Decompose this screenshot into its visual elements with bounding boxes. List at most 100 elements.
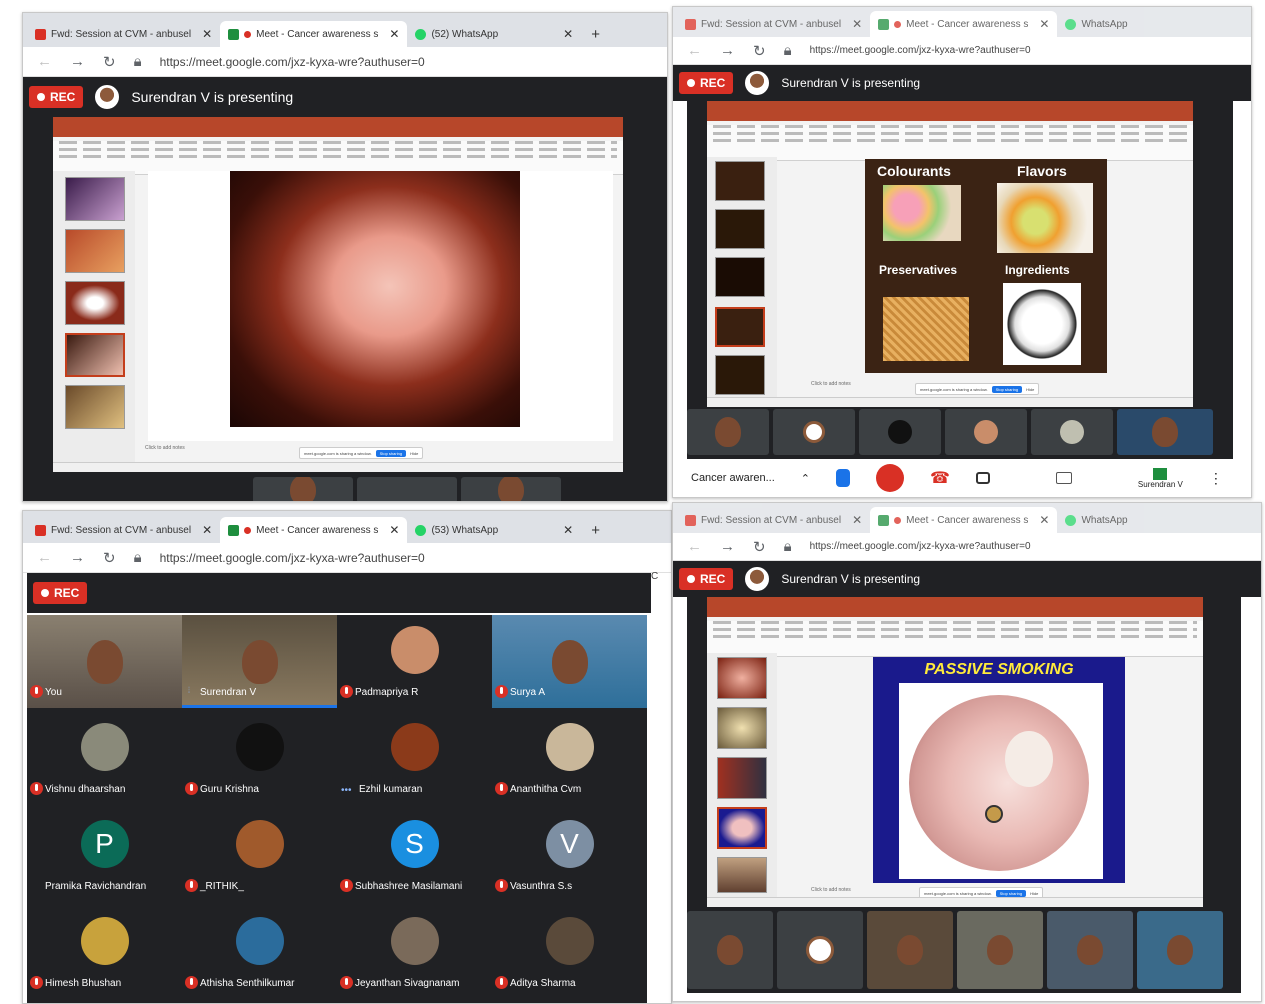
- participant-tile[interactable]: _RITHIK_: [182, 809, 337, 902]
- tab-gmail[interactable]: Fwd: Session at CVM - anbusel ✕: [27, 21, 220, 47]
- close-icon[interactable]: ✕: [852, 513, 862, 527]
- participant-tile[interactable]: P Pramika Ravichandran: [27, 809, 182, 902]
- close-icon[interactable]: ✕: [1039, 513, 1049, 527]
- forward-icon[interactable]: →: [70, 53, 85, 70]
- reload-icon[interactable]: ↻: [103, 53, 116, 71]
- end-call-button[interactable]: ☎: [930, 468, 950, 488]
- close-icon[interactable]: ✕: [852, 17, 862, 31]
- slide-thumb[interactable]: [715, 355, 765, 395]
- url-field[interactable]: https://meet.google.com/jxz-kyxa-wre?aut…: [160, 55, 425, 69]
- new-tab-button[interactable]: +: [581, 26, 610, 47]
- participant-tile[interactable]: Himesh Bhushan: [27, 906, 182, 999]
- more-options-icon[interactable]: ⋮: [1209, 470, 1223, 487]
- notes-placeholder[interactable]: Click to add notes: [811, 887, 851, 893]
- close-icon[interactable]: ✕: [389, 27, 399, 41]
- tab-gmail[interactable]: Fwd: Session at CVM - anbusel ✕: [677, 11, 870, 37]
- new-tab-button[interactable]: +: [581, 522, 610, 543]
- participant-tile[interactable]: Guru Krishna: [182, 712, 337, 805]
- participant-tile[interactable]: Ananthitha Cvm: [492, 712, 647, 805]
- hide-button[interactable]: Hide: [1026, 387, 1034, 392]
- tab-whatsapp[interactable]: (52) WhatsApp ✕: [407, 21, 581, 47]
- slide-thumb[interactable]: [65, 177, 125, 221]
- close-icon[interactable]: ✕: [563, 27, 573, 41]
- back-icon[interactable]: ←: [687, 42, 702, 59]
- hide-button[interactable]: Hide: [410, 451, 418, 456]
- forward-icon[interactable]: →: [70, 549, 85, 566]
- participant-tile[interactable]: Athisha Senthilkumar: [182, 906, 337, 999]
- back-icon[interactable]: ←: [37, 53, 52, 70]
- tab-meet[interactable]: Meet - Cancer awareness s ✕: [870, 507, 1058, 533]
- participant-tile[interactable]: Jeyanthan Sivagnanam: [337, 906, 492, 999]
- participant-tile[interactable]: S Subhashree Masilamani: [337, 809, 492, 902]
- tab-gmail[interactable]: Fwd: Session at CVM - anbusel ✕: [27, 517, 220, 543]
- participant-tile[interactable]: Padmapriya R: [337, 615, 492, 708]
- mic-off-button[interactable]: [875, 464, 904, 492]
- participant-tile[interactable]: ••• Ezhil kumaran: [337, 712, 492, 805]
- participant-tile[interactable]: Vishnu dhaarshan: [27, 712, 182, 805]
- slide-thumb[interactable]: [65, 281, 125, 325]
- back-icon[interactable]: ←: [37, 549, 52, 566]
- slide-thumb[interactable]: [717, 657, 767, 699]
- forward-icon[interactable]: →: [720, 42, 735, 59]
- forward-icon[interactable]: →: [720, 538, 735, 555]
- close-icon[interactable]: ✕: [563, 523, 573, 537]
- participant-tile[interactable]: Aditya Sharma: [492, 906, 647, 999]
- participant-tile[interactable]: [1137, 911, 1223, 989]
- participant-tile[interactable]: Surya A: [492, 615, 647, 708]
- participant-tile[interactable]: [945, 409, 1027, 455]
- participant-tile[interactable]: [957, 911, 1043, 989]
- close-icon[interactable]: ✕: [202, 523, 212, 537]
- tab-gmail[interactable]: Fwd: Session at CVM - anbusel ✕: [677, 507, 870, 533]
- tab-meet[interactable]: Meet - Cancer awareness s ✕: [220, 21, 408, 47]
- present-button[interactable]: Surendran V: [1138, 467, 1183, 489]
- reload-icon[interactable]: ↻: [103, 549, 116, 567]
- hide-button[interactable]: Hide: [1030, 891, 1038, 896]
- participant-tile[interactable]: [687, 911, 773, 989]
- participant-tile[interactable]: [859, 409, 941, 455]
- shield-icon[interactable]: [835, 469, 850, 487]
- slide-thumb[interactable]: [715, 209, 765, 249]
- participant-tile[interactable]: [773, 409, 855, 455]
- stop-sharing-button[interactable]: Stop sharing: [995, 889, 1027, 897]
- tab-meet[interactable]: Meet - Cancer awareness s ✕: [220, 517, 408, 543]
- chevron-up-icon[interactable]: ⌃: [801, 472, 810, 485]
- participant-tile[interactable]: [253, 477, 353, 501]
- participant-tile[interactable]: V Vasunthra S.s: [492, 809, 647, 902]
- slide-thumb[interactable]: [65, 385, 125, 429]
- captions-icon[interactable]: [1055, 472, 1072, 484]
- slide-thumb[interactable]: [717, 807, 767, 849]
- reload-icon[interactable]: ↻: [753, 42, 766, 60]
- slide-thumb[interactable]: [715, 307, 765, 347]
- back-icon[interactable]: ←: [687, 538, 702, 555]
- participant-tile[interactable]: [357, 477, 457, 501]
- participant-tile[interactable]: [1047, 911, 1133, 989]
- participant-tile[interactable]: [461, 477, 561, 501]
- meeting-details[interactable]: Cancer awaren...: [691, 472, 775, 484]
- slide-thumb[interactable]: [65, 333, 125, 377]
- url-field[interactable]: https://meet.google.com/jxz-kyxa-wre?aut…: [160, 551, 425, 565]
- tab-whatsapp[interactable]: WhatsApp: [1057, 11, 1135, 37]
- participant-tile[interactable]: ⦙ Surendran V: [182, 615, 337, 708]
- participant-tile[interactable]: [1031, 409, 1113, 455]
- stop-sharing-button[interactable]: Stop sharing: [991, 385, 1023, 393]
- tab-whatsapp[interactable]: WhatsApp: [1057, 507, 1135, 533]
- slide-thumb[interactable]: [717, 707, 767, 749]
- close-icon[interactable]: ✕: [1039, 17, 1049, 31]
- participant-tile[interactable]: You: [27, 615, 182, 708]
- tab-meet[interactable]: Meet - Cancer awareness s ✕: [870, 11, 1058, 37]
- url-field[interactable]: https://meet.google.com/jxz-kyxa-wre?aut…: [810, 541, 1031, 552]
- participant-tile[interactable]: [777, 911, 863, 989]
- slide-thumb[interactable]: [717, 757, 767, 799]
- stop-sharing-button[interactable]: Stop sharing: [375, 449, 407, 457]
- participant-tile[interactable]: [687, 409, 769, 455]
- close-icon[interactable]: ✕: [389, 523, 399, 537]
- reload-icon[interactable]: ↻: [753, 538, 766, 556]
- close-icon[interactable]: ✕: [202, 27, 212, 41]
- slide-thumb[interactable]: [65, 229, 125, 273]
- url-field[interactable]: https://meet.google.com/jxz-kyxa-wre?aut…: [810, 45, 1031, 56]
- notes-placeholder[interactable]: Click to add notes: [811, 381, 851, 387]
- slide-thumb[interactable]: [717, 857, 767, 893]
- notes-placeholder[interactable]: Click to add notes: [145, 445, 185, 451]
- slide-thumb[interactable]: [715, 257, 765, 297]
- camera-button[interactable]: [975, 472, 990, 484]
